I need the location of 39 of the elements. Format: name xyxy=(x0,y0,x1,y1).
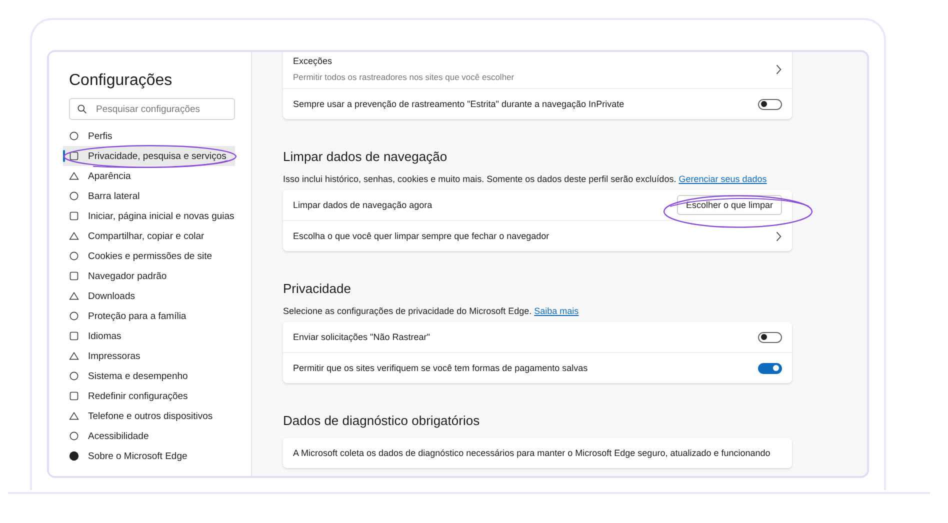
setting-label: Permitir que os sites verifiquem se você tem formas de pagamento salvas xyxy=(293,363,588,373)
sidebar-item[interactable]: Navegador padrão xyxy=(63,266,235,286)
sidebar-item[interactable]: Privacidade, pesquisa e serviços xyxy=(63,146,235,166)
setting-label: A Microsoft coleta os dados de diagnóstico necessários para manter o Microsoft Edge seguro, atualizado e funcionando xyxy=(293,448,770,458)
sidebar-item[interactable]: Downloads xyxy=(63,286,235,306)
sidebar-item[interactable]: Telefone e outros dispositivos xyxy=(63,406,235,426)
chevron-right-icon[interactable] xyxy=(775,64,782,74)
sidebar-item[interactable]: Proteção para a família xyxy=(63,306,235,326)
sidebar-item[interactable]: Impressoras xyxy=(63,346,235,366)
setting-label: Sempre usar a prevenção de rastreamento "Estrita" durante a navegação InPrivate xyxy=(293,99,624,109)
sidebar-item[interactable]: Redefinir configurações xyxy=(63,386,235,406)
settings-title: Configurações xyxy=(69,72,174,90)
toggle-switch[interactable] xyxy=(758,332,782,342)
setting-label: Limpar dados de navegação agora xyxy=(293,200,432,210)
sidebar-item[interactable]: Idiomas xyxy=(63,326,235,346)
section-heading: Limpar dados de navegação xyxy=(283,149,448,164)
setting-description: Permitir todos os rastreadores nos sites que você escolher xyxy=(293,72,514,82)
setting-label: Escolha o que você quer limpar sempre que fechar o navegador xyxy=(293,231,550,241)
toggle-switch[interactable] xyxy=(758,98,782,110)
sidebar-item[interactable]: Acessibilidade xyxy=(63,426,235,446)
link[interactable]: Saiba mais xyxy=(534,306,579,316)
sidebar-item[interactable]: Aparência xyxy=(63,166,235,186)
section-description: Selecione as configurações de privacidade do Microsoft Edge. Saiba mais xyxy=(283,306,580,316)
sidebar-item[interactable]: Iniciar, página inicial e novas guias xyxy=(63,206,235,226)
toggle-switch[interactable] xyxy=(758,362,782,374)
section-heading: Dados de diagnóstico obrigatórios xyxy=(283,413,481,428)
sidebar-item[interactable]: Cookies e permissões de site xyxy=(63,246,235,266)
sidebar-item[interactable]: Perfis xyxy=(63,126,235,146)
link[interactable]: Gerenciar seus dados xyxy=(678,174,767,184)
search-field[interactable]: Pesquisar configurações xyxy=(69,98,235,120)
sidebar-item[interactable]: Barra lateral xyxy=(63,186,235,206)
section-heading: Privacidade xyxy=(283,281,352,296)
chevron-right-icon[interactable] xyxy=(775,230,782,242)
sidebar-item[interactable]: Sistema e desempenho xyxy=(63,366,235,386)
setting-label: Enviar solicitações "Não Rastrear" xyxy=(293,332,430,342)
sidebar-item[interactable]: Compartilhar, copiar e colar xyxy=(63,226,235,246)
section-description: Isso inclui histórico, senhas, cookies e muito mais. Somente os dados deste perfil serão excluídos. Gerenciar seus dados xyxy=(283,174,768,184)
setting-label: Exceções xyxy=(293,56,334,66)
sidebar-item[interactable]: Sobre o Microsoft Edge xyxy=(63,446,235,466)
